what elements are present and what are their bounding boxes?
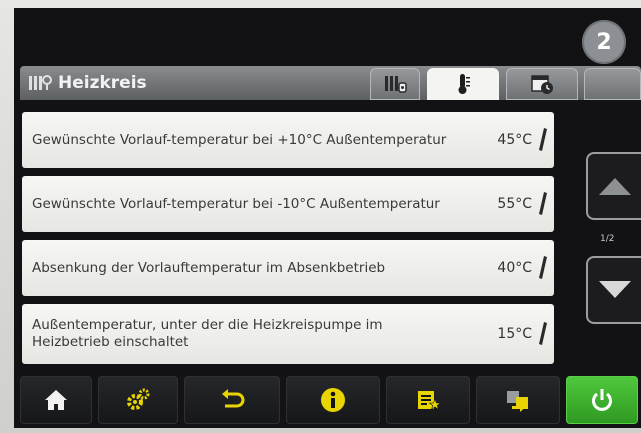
row-label: Außentemperatur, unter der die Heizkreis… [32, 317, 383, 350]
row-label: Gewünschte Vorlauf-temperatur bei -10°C … [32, 195, 440, 212]
favorites-button[interactable] [386, 376, 470, 424]
scroll-up-button[interactable] [586, 152, 641, 220]
arrow-down-icon [598, 281, 631, 298]
edit-pencil-icon[interactable] [536, 304, 550, 364]
transfer-icon [507, 391, 528, 412]
row-value: 55°C [497, 196, 532, 212]
row-label: Gewünschte Vorlauf-temperatur bei +10°C … [32, 131, 447, 148]
gears-icon [127, 388, 150, 410]
tab-schedule[interactable] [506, 68, 578, 100]
thermometer-icon [458, 74, 470, 94]
arrow-up-icon [598, 178, 631, 195]
list-star-icon [418, 391, 442, 411]
info-icon [321, 388, 345, 412]
power-button[interactable] [566, 376, 638, 424]
row-label: Absenkung der Vorlauftemperatur im Absen… [32, 259, 386, 276]
page-title: Heizkreis [58, 73, 147, 93]
calendar-clock-icon [531, 75, 553, 94]
row-value: 45°C [497, 132, 532, 148]
step-number-badge: 2 [582, 20, 626, 64]
edit-pencil-icon[interactable] [536, 240, 550, 296]
list-item[interactable]: Außentemperatur, unter der die Heizkreis… [22, 304, 554, 364]
power-icon [592, 389, 612, 411]
home-icon [45, 390, 67, 410]
home-button[interactable] [20, 376, 92, 424]
edit-pencil-icon[interactable] [536, 176, 550, 232]
back-arrow-icon [222, 389, 245, 408]
list-item[interactable]: Absenkung der Vorlauftemperatur im Absen… [22, 240, 554, 296]
edit-pencil-icon[interactable] [536, 112, 550, 168]
info-button[interactable] [286, 376, 380, 424]
settings-button[interactable] [98, 376, 178, 424]
page-indicator: 1/2 [600, 234, 615, 244]
row-value: 15°C [497, 326, 532, 342]
header-title-group: Heizkreis [28, 66, 147, 100]
transfer-button[interactable] [476, 376, 560, 424]
radiator-settings-icon [385, 76, 407, 93]
header-bar: Heizkreis [20, 66, 641, 100]
tab-temperature[interactable] [427, 68, 499, 100]
radiator-info-icon [29, 75, 52, 90]
scroll-down-button[interactable] [586, 256, 641, 324]
list-item[interactable]: Gewünschte Vorlauf-temperatur bei -10°C … [22, 176, 554, 232]
row-value: 40°C [497, 260, 532, 276]
back-button[interactable] [184, 376, 280, 424]
list-item[interactable]: Gewünschte Vorlauf-temperatur bei +10°C … [22, 112, 554, 168]
tab-extra[interactable] [584, 68, 641, 100]
screen: Heizkreis Gewünschte Vorlauf-temperatur … [14, 8, 641, 428]
tab-radiator-settings[interactable] [370, 68, 420, 100]
bottom-toolbar [14, 372, 641, 428]
